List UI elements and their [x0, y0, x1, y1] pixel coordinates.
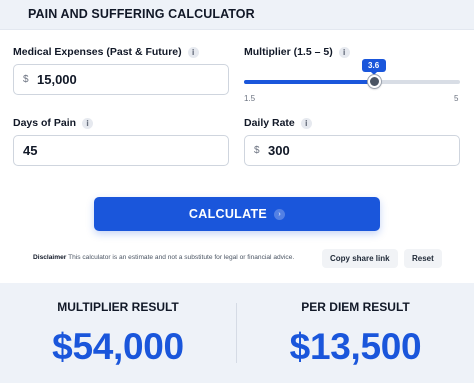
- multiplier-slider-fill: [244, 80, 374, 84]
- currency-symbol: $: [23, 74, 29, 85]
- currency-symbol: $: [254, 145, 260, 156]
- multiplier-label-text: Multiplier (1.5 – 5): [244, 46, 333, 58]
- info-icon[interactable]: i: [338, 46, 350, 58]
- calculate-button-label: CALCULATE: [188, 207, 268, 221]
- days-of-pain-value[interactable]: 45: [23, 143, 37, 158]
- disclaimer-label: Disclaimer: [33, 254, 67, 261]
- multiplier-min-label: 1.5: [244, 94, 256, 103]
- info-icon[interactable]: i: [82, 117, 94, 129]
- calculate-button[interactable]: CALCULATE ›: [94, 197, 380, 231]
- daily-rate-input[interactable]: $ 300: [244, 135, 460, 166]
- chevron-right-icon: ›: [274, 208, 286, 220]
- multiplier-result-title: MULTIPLIER RESULT: [57, 300, 179, 314]
- daily-rate-label: Daily Rate i: [244, 117, 312, 129]
- per-diem-result-value: $13,500: [289, 326, 422, 367]
- medical-expenses-value[interactable]: 15,000: [37, 72, 77, 87]
- multiplier-slider-thumb[interactable]: [367, 75, 381, 88]
- multiplier-result-value: $54,000: [52, 326, 184, 367]
- days-of-pain-label: Days of Pain i: [13, 117, 94, 129]
- multiplier-slider-track[interactable]: [244, 80, 460, 84]
- info-icon[interactable]: i: [187, 46, 199, 58]
- multiplier-label: Multiplier (1.5 – 5) i: [244, 46, 350, 58]
- disclaimer-text: This calculator is an estimate and not a…: [68, 254, 295, 261]
- medical-expenses-label-text: Medical Expenses (Past & Future): [13, 46, 182, 58]
- multiplier-value-tooltip: 3.6: [361, 59, 386, 75]
- reset-button[interactable]: Reset: [404, 249, 442, 268]
- copy-share-link-button[interactable]: Copy share link: [322, 249, 398, 268]
- medical-expenses-label: Medical Expenses (Past & Future) i: [13, 46, 199, 58]
- days-of-pain-input[interactable]: 45: [13, 135, 229, 166]
- multiplier-max-label: 5: [454, 94, 459, 103]
- disclaimer: Disclaimer This calculator is an estimat…: [33, 254, 294, 261]
- daily-rate-label-text: Daily Rate: [244, 117, 295, 129]
- calculator-header: PAIN AND SUFFERING CALCULATOR: [0, 0, 474, 30]
- medical-expenses-input[interactable]: $ 15,000: [13, 64, 229, 95]
- per-diem-result-title: PER DIEM RESULT: [301, 300, 410, 314]
- days-of-pain-label-text: Days of Pain: [13, 117, 77, 129]
- info-icon[interactable]: i: [300, 117, 312, 129]
- daily-rate-value[interactable]: 300: [268, 143, 290, 158]
- results-panel: MULTIPLIER RESULT $54,000 PER DIEM RESUL…: [0, 283, 474, 383]
- calculator-title: PAIN AND SUFFERING CALCULATOR: [28, 7, 255, 21]
